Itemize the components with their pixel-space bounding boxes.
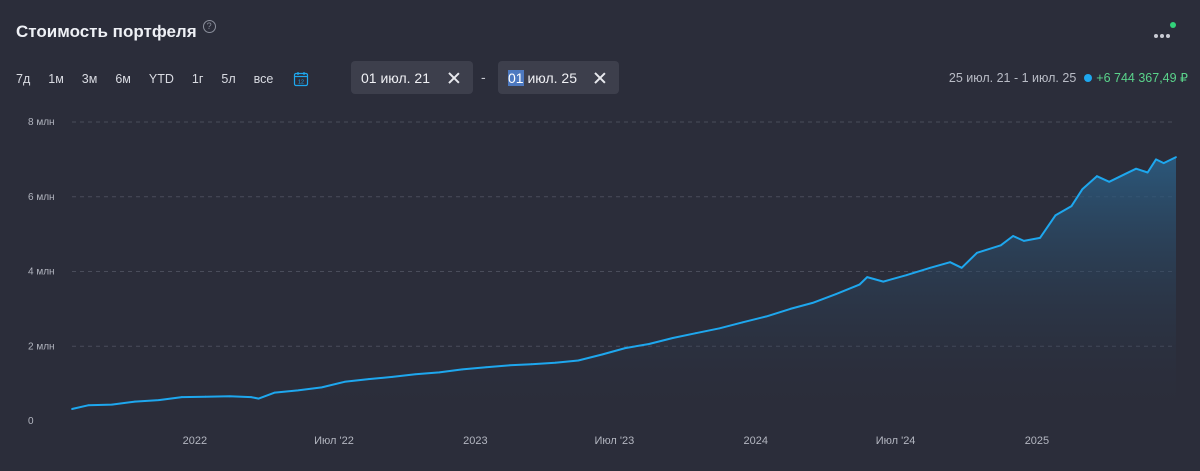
data-point	[438, 371, 441, 374]
data-point	[999, 244, 1002, 247]
data-point	[648, 343, 650, 345]
data-point	[273, 391, 276, 394]
x-tick-label: Июл '23	[595, 435, 635, 447]
data-point	[1175, 156, 1177, 159]
data-point	[111, 403, 113, 406]
data-point	[1095, 175, 1098, 178]
data-point	[960, 266, 963, 269]
data-point	[157, 399, 160, 401]
data-point	[1123, 173, 1126, 176]
x-tick-label: Июл '24	[876, 435, 916, 447]
data-point	[1081, 188, 1084, 191]
data-point	[228, 395, 231, 398]
x-tick-label: 2025	[1025, 435, 1049, 447]
data-point	[71, 408, 73, 410]
data-point	[1135, 167, 1137, 170]
data-point	[391, 375, 394, 378]
y-tick-label: 2 млн	[28, 341, 55, 352]
data-point	[718, 327, 721, 330]
data-point	[461, 368, 464, 371]
data-point	[671, 337, 674, 339]
data-point	[905, 274, 908, 277]
data-point	[1146, 171, 1149, 174]
data-point	[811, 301, 814, 304]
data-point	[367, 378, 370, 381]
data-point	[1155, 158, 1157, 161]
data-point	[485, 366, 487, 369]
y-tick-label: 8 млн	[28, 117, 55, 128]
data-point	[789, 307, 792, 310]
data-point	[134, 400, 136, 403]
data-point	[509, 364, 511, 367]
data-point	[1108, 180, 1111, 183]
x-tick-label: 2022	[183, 435, 207, 447]
data-point	[765, 315, 768, 318]
data-point	[1054, 214, 1057, 217]
data-point	[949, 261, 952, 264]
data-point	[624, 347, 627, 350]
data-point	[741, 321, 744, 324]
portfolio-chart: 0 2 млн 4 млн 6 млн 8 млн 2022 Июл '22 2023 Июл …	[28, 117, 1177, 447]
data-point	[694, 332, 697, 335]
data-point	[87, 404, 90, 407]
x-tick-label: 2023	[463, 435, 487, 447]
data-point	[577, 359, 580, 362]
data-point	[601, 353, 604, 356]
data-point	[929, 266, 932, 269]
data-point	[530, 363, 533, 366]
data-point	[976, 251, 978, 254]
data-point	[1162, 162, 1165, 165]
x-tick-label: 2024	[744, 435, 768, 447]
x-tick-label: Июл '22	[314, 435, 354, 447]
data-point	[414, 373, 417, 376]
data-point	[1039, 236, 1041, 239]
data-point	[882, 280, 885, 283]
y-tick-label: 0	[28, 416, 34, 427]
y-tick-label: 4 млн	[28, 267, 55, 278]
data-point	[180, 396, 183, 398]
data-point	[866, 276, 869, 279]
data-point	[257, 397, 260, 400]
data-point	[858, 283, 861, 286]
data-point	[296, 389, 299, 392]
data-point	[554, 361, 557, 364]
data-point	[835, 293, 838, 295]
data-point	[250, 396, 252, 398]
data-point	[343, 380, 346, 383]
data-point	[1012, 235, 1015, 237]
y-tick-label: 6 млн	[28, 192, 55, 203]
data-point	[320, 386, 323, 389]
data-point	[204, 395, 207, 398]
data-point	[1022, 239, 1025, 242]
data-point	[1070, 205, 1073, 207]
